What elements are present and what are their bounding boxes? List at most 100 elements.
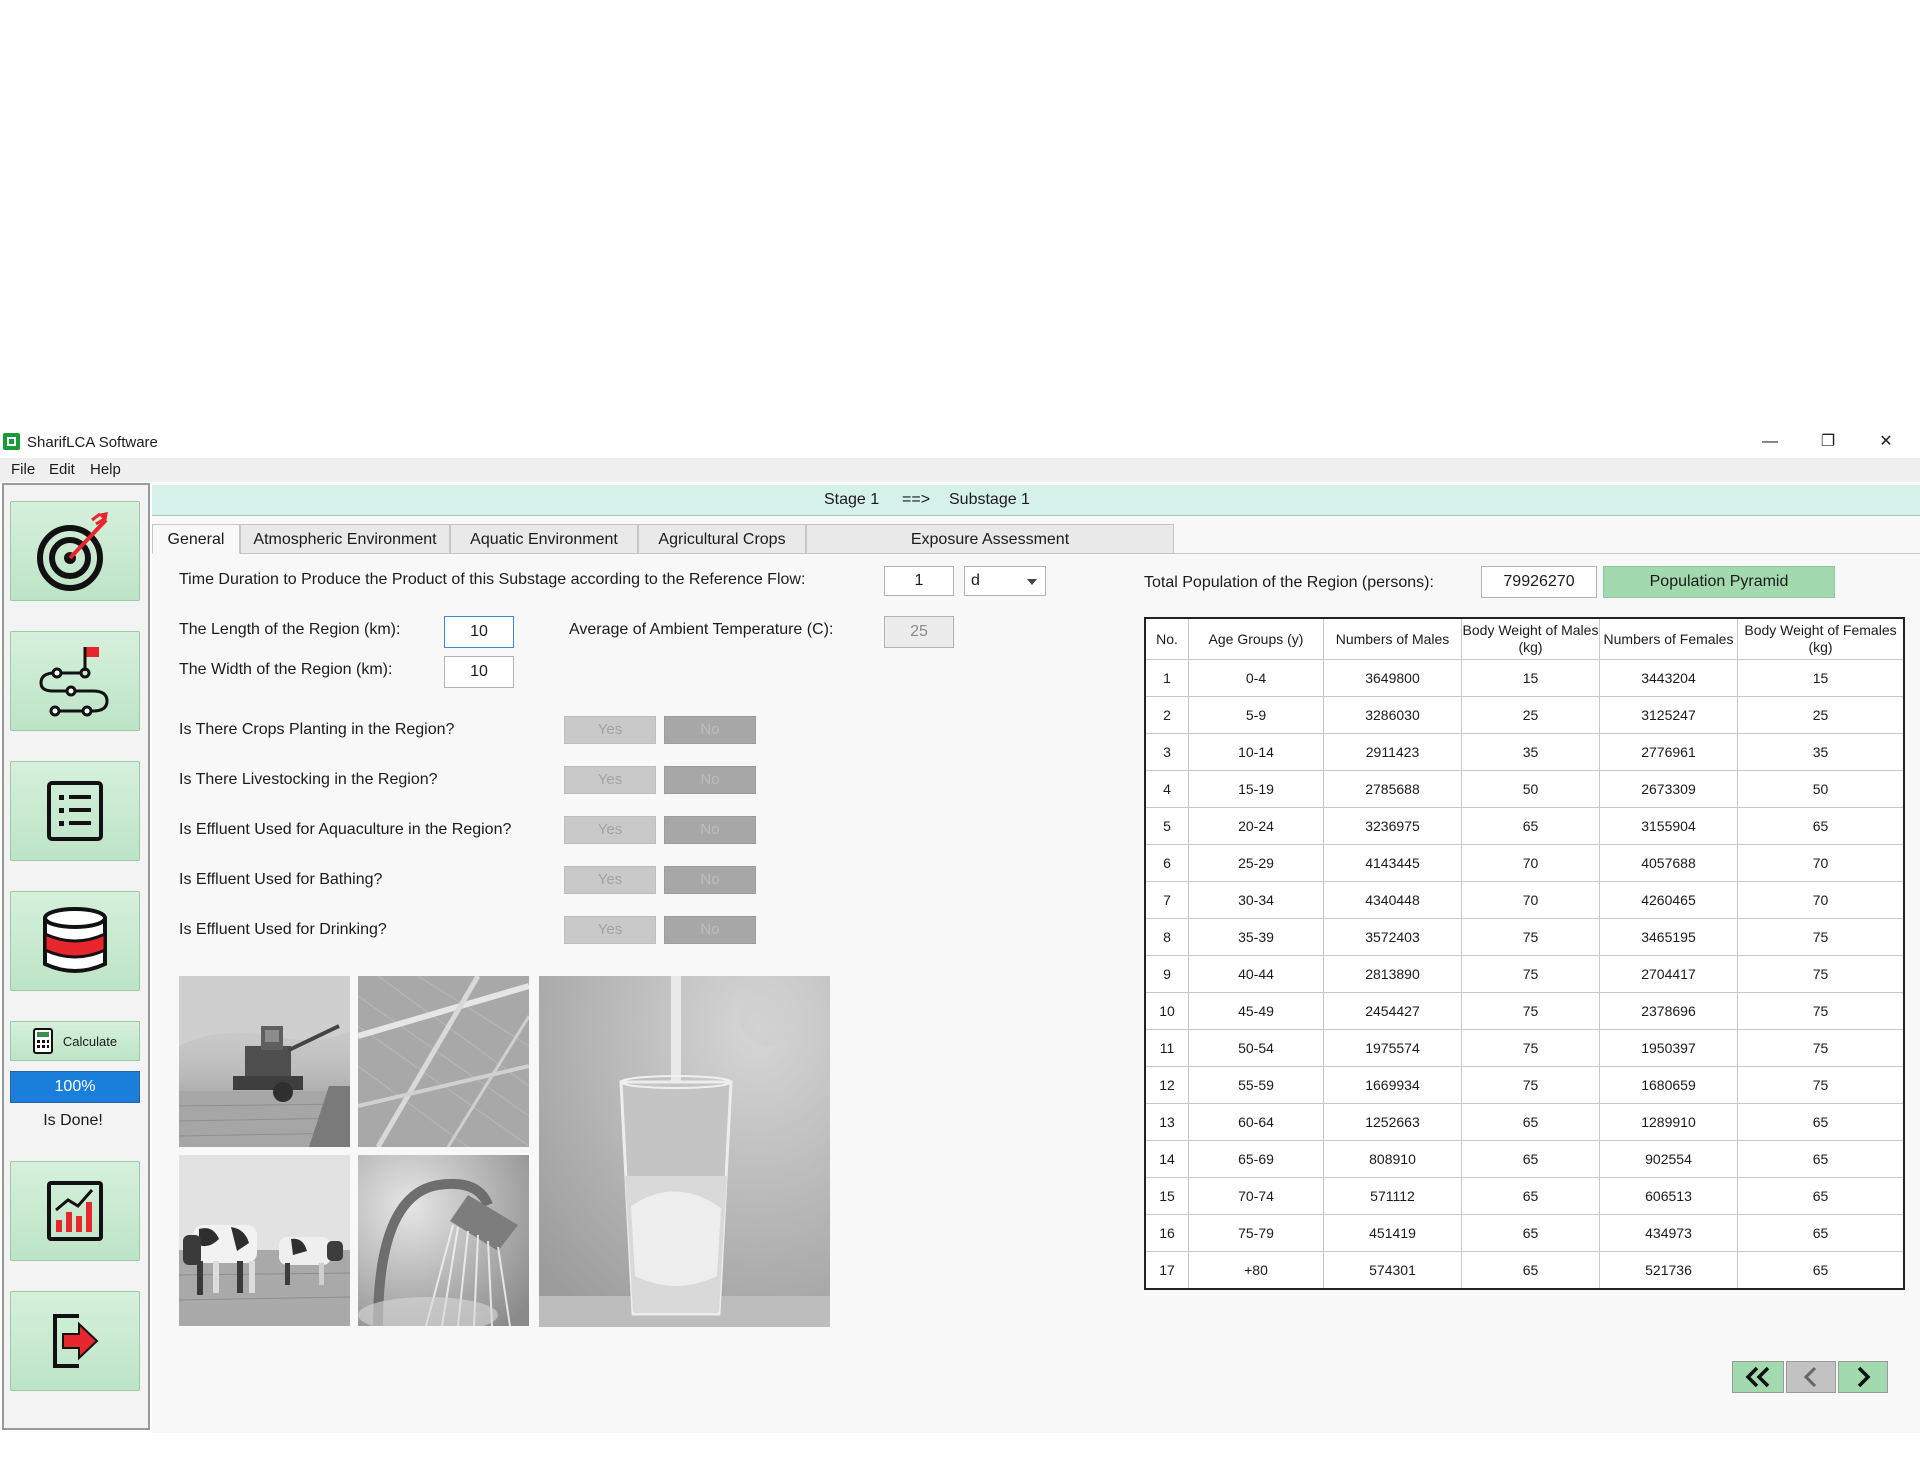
table-cell[interactable]: 65 (1737, 1177, 1905, 1215)
table-cell[interactable]: 15 (1144, 1177, 1189, 1215)
table-row[interactable]: 5 20-24 3236975 65 3155904 65 (1144, 807, 1905, 845)
table-cell[interactable]: 60-64 (1188, 1103, 1324, 1141)
first-page-button[interactable] (1732, 1361, 1784, 1393)
table-cell[interactable]: 1669934 (1323, 1066, 1462, 1104)
table-cell[interactable]: 70 (1461, 844, 1600, 882)
drinking-yes-button[interactable]: Yes (564, 916, 656, 944)
table-cell[interactable]: 50 (1737, 770, 1905, 808)
table-cell[interactable]: 5-9 (1188, 696, 1324, 734)
table-cell[interactable]: 13 (1144, 1103, 1189, 1141)
table-cell[interactable]: 65 (1737, 1214, 1905, 1252)
table-cell[interactable]: 65 (1461, 1140, 1600, 1178)
table-cell[interactable]: 3286030 (1323, 696, 1462, 734)
table-cell[interactable]: 2813890 (1323, 955, 1462, 993)
table-cell[interactable]: 17 (1144, 1251, 1189, 1290)
table-cell[interactable]: 2454427 (1323, 992, 1462, 1030)
crops-no-button[interactable]: No (664, 716, 756, 744)
sidebar-database-button[interactable] (10, 891, 140, 991)
table-cell[interactable]: 5 (1144, 807, 1189, 845)
table-cell[interactable]: 10 (1144, 992, 1189, 1030)
menu-edit[interactable]: Edit (49, 461, 75, 478)
table-cell[interactable]: 574301 (1323, 1251, 1462, 1290)
table-cell[interactable]: 4 (1144, 770, 1189, 808)
table-cell[interactable]: 6 (1144, 844, 1189, 882)
table-cell[interactable]: 808910 (1323, 1140, 1462, 1178)
table-cell[interactable]: 15 (1737, 659, 1905, 697)
drinking-no-button[interactable]: No (664, 916, 756, 944)
table-cell[interactable]: 65 (1737, 1251, 1905, 1290)
next-page-button[interactable] (1838, 1361, 1888, 1393)
table-row[interactable]: 14 65-69 808910 65 902554 65 (1144, 1140, 1905, 1178)
livestock-yes-button[interactable]: Yes (564, 766, 656, 794)
table-row[interactable]: 1 0-4 3649800 15 3443204 15 (1144, 659, 1905, 697)
table-cell[interactable]: 571112 (1323, 1177, 1462, 1215)
table-cell[interactable]: 15 (1461, 659, 1600, 697)
table-cell[interactable]: 14 (1144, 1140, 1189, 1178)
table-cell[interactable]: 3236975 (1323, 807, 1462, 845)
table-cell[interactable]: 451419 (1323, 1214, 1462, 1252)
table-cell[interactable]: 434973 (1599, 1214, 1738, 1252)
table-cell[interactable]: 12 (1144, 1066, 1189, 1104)
table-cell[interactable]: 1950397 (1599, 1029, 1738, 1067)
table-cell[interactable]: 65 (1461, 1177, 1600, 1215)
table-cell[interactable]: 3465195 (1599, 918, 1738, 956)
table-cell[interactable]: 606513 (1599, 1177, 1738, 1215)
livestock-no-button[interactable]: No (664, 766, 756, 794)
bathing-no-button[interactable]: No (664, 866, 756, 894)
ambient-temperature-input[interactable]: 25 (884, 616, 954, 648)
table-cell[interactable]: 75 (1737, 1066, 1905, 1104)
table-cell[interactable]: 2 (1144, 696, 1189, 734)
table-cell[interactable]: 3443204 (1599, 659, 1738, 697)
table-cell[interactable]: 15-19 (1188, 770, 1324, 808)
sidebar-goal-button[interactable] (10, 501, 140, 601)
table-cell[interactable]: 3155904 (1599, 807, 1738, 845)
table-cell[interactable]: 9 (1144, 955, 1189, 993)
table-cell[interactable]: 8 (1144, 918, 1189, 956)
table-cell[interactable]: 2378696 (1599, 992, 1738, 1030)
table-row[interactable]: 12 55-59 1669934 75 1680659 75 (1144, 1066, 1905, 1104)
table-cell[interactable]: 65 (1461, 807, 1600, 845)
table-cell[interactable]: 45-49 (1188, 992, 1324, 1030)
table-cell[interactable]: 75 (1737, 918, 1905, 956)
table-cell[interactable]: 0-4 (1188, 659, 1324, 697)
table-row[interactable]: 8 35-39 3572403 75 3465195 75 (1144, 918, 1905, 956)
table-cell[interactable]: 2776961 (1599, 733, 1738, 771)
table-cell[interactable]: 1680659 (1599, 1066, 1738, 1104)
table-cell[interactable]: 65 (1737, 807, 1905, 845)
sidebar-inventory-button[interactable] (10, 761, 140, 861)
time-unit-select[interactable]: d (964, 566, 1046, 596)
table-cell[interactable]: 75 (1737, 955, 1905, 993)
sidebar-exit-button[interactable] (10, 1291, 140, 1391)
total-population-input[interactable]: 79926270 (1481, 566, 1597, 598)
table-cell[interactable]: 3125247 (1599, 696, 1738, 734)
table-cell[interactable]: 25-29 (1188, 844, 1324, 882)
table-cell[interactable]: 75 (1737, 992, 1905, 1030)
region-length-input[interactable]: 10 (444, 616, 514, 648)
table-cell[interactable]: 2785688 (1323, 770, 1462, 808)
table-cell[interactable]: 3 (1144, 733, 1189, 771)
table-cell[interactable]: 75-79 (1188, 1214, 1324, 1252)
table-cell[interactable]: 40-44 (1188, 955, 1324, 993)
table-cell[interactable]: 20-24 (1188, 807, 1324, 845)
menu-help[interactable]: Help (90, 461, 121, 478)
table-cell[interactable]: 3649800 (1323, 659, 1462, 697)
table-cell[interactable]: 65 (1461, 1214, 1600, 1252)
table-cell[interactable]: 75 (1461, 1029, 1600, 1067)
table-cell[interactable]: 1289910 (1599, 1103, 1738, 1141)
calculate-button[interactable]: Calculate (10, 1021, 140, 1061)
table-cell[interactable]: 50-54 (1188, 1029, 1324, 1067)
aquaculture-no-button[interactable]: No (664, 816, 756, 844)
table-cell[interactable]: 4143445 (1323, 844, 1462, 882)
population-pyramid-button[interactable]: Population Pyramid (1603, 566, 1835, 598)
maximize-button[interactable]: ❐ (1800, 426, 1856, 458)
previous-page-button[interactable] (1786, 1361, 1836, 1393)
table-cell[interactable]: 70 (1737, 844, 1905, 882)
table-cell[interactable]: 70 (1737, 881, 1905, 919)
table-cell[interactable]: 65-69 (1188, 1140, 1324, 1178)
table-cell[interactable]: 70-74 (1188, 1177, 1324, 1215)
table-cell[interactable]: 2911423 (1323, 733, 1462, 771)
table-row[interactable]: 6 25-29 4143445 70 4057688 70 (1144, 844, 1905, 882)
table-cell[interactable]: 75 (1737, 1029, 1905, 1067)
table-cell[interactable]: 3572403 (1323, 918, 1462, 956)
table-row[interactable]: 10 45-49 2454427 75 2378696 75 (1144, 992, 1905, 1030)
